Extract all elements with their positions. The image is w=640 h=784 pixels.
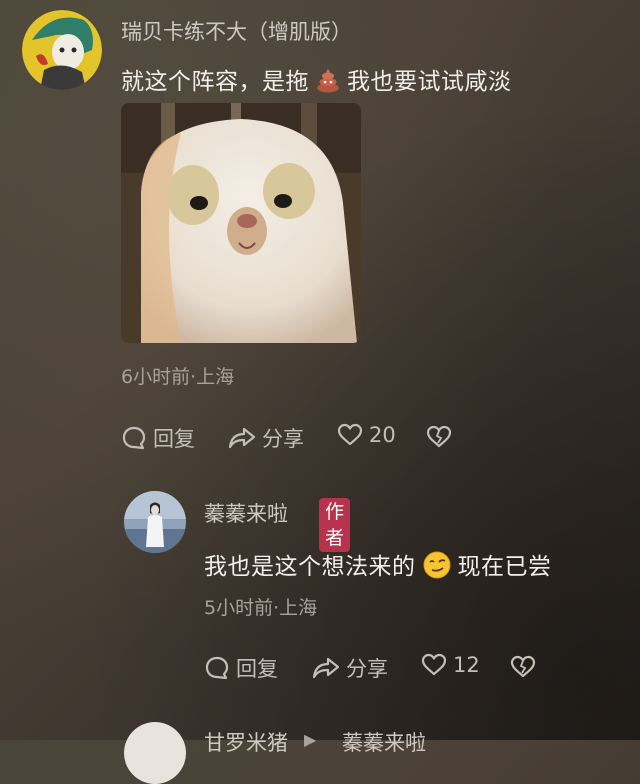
comment-text: 我也是这个想法来的 现在已尝 xyxy=(204,547,552,586)
avatar[interactable] xyxy=(124,722,186,784)
broken-heart-icon xyxy=(510,655,536,679)
share-label: 分享 xyxy=(262,427,304,451)
comment-bubble-icon xyxy=(121,425,147,451)
author-badge: 作者 xyxy=(319,498,351,552)
like-count: 12 xyxy=(453,653,480,677)
comment-meta: 5小时前·上海 xyxy=(204,597,318,619)
comment-bubble-icon xyxy=(204,655,230,681)
comment-meta: 6小时前·上海 xyxy=(121,366,235,388)
reply-button[interactable]: 回复 xyxy=(121,423,195,453)
username[interactable]: 瑞贝卡练不大（增肌版） xyxy=(121,16,352,46)
share-button[interactable]: 分享 xyxy=(312,653,388,683)
comment-text: 就这个阵容，是拖 我也要试试咸淡 xyxy=(121,62,512,99)
comment-text-part: 我也要试试咸淡 xyxy=(347,69,512,95)
like-button[interactable]: 20 xyxy=(337,423,396,447)
reply-label: 回复 xyxy=(153,427,195,451)
share-icon xyxy=(228,425,256,451)
comment-image[interactable] xyxy=(121,103,361,343)
like-button[interactable]: 12 xyxy=(421,653,480,677)
heart-icon xyxy=(337,423,363,447)
share-label: 分享 xyxy=(346,657,388,681)
avatar[interactable] xyxy=(124,491,186,553)
comment-text-part: 我也是这个想法来的 xyxy=(204,554,416,580)
reply-to-username[interactable]: 蓁蓁来啦 xyxy=(342,727,426,757)
dislike-button[interactable] xyxy=(426,425,452,449)
reply-button[interactable]: 回复 xyxy=(204,653,278,683)
broken-heart-icon xyxy=(426,425,452,449)
reply-label: 回复 xyxy=(236,657,278,681)
comment-text-part: 就这个阵容，是拖 xyxy=(121,69,309,95)
heart-icon xyxy=(421,653,447,677)
poop-emoji-icon xyxy=(315,67,341,99)
dislike-button[interactable] xyxy=(510,655,536,679)
avatar[interactable] xyxy=(22,10,102,90)
smirk-emoji-icon xyxy=(422,550,452,586)
like-count: 20 xyxy=(369,423,396,447)
share-icon xyxy=(312,655,340,681)
comment-text-part: 现在已尝 xyxy=(457,554,552,580)
username[interactable]: 蓁蓁来啦 xyxy=(204,498,288,528)
username[interactable]: 甘罗米猪 xyxy=(204,727,288,757)
share-button[interactable]: 分享 xyxy=(228,423,304,453)
